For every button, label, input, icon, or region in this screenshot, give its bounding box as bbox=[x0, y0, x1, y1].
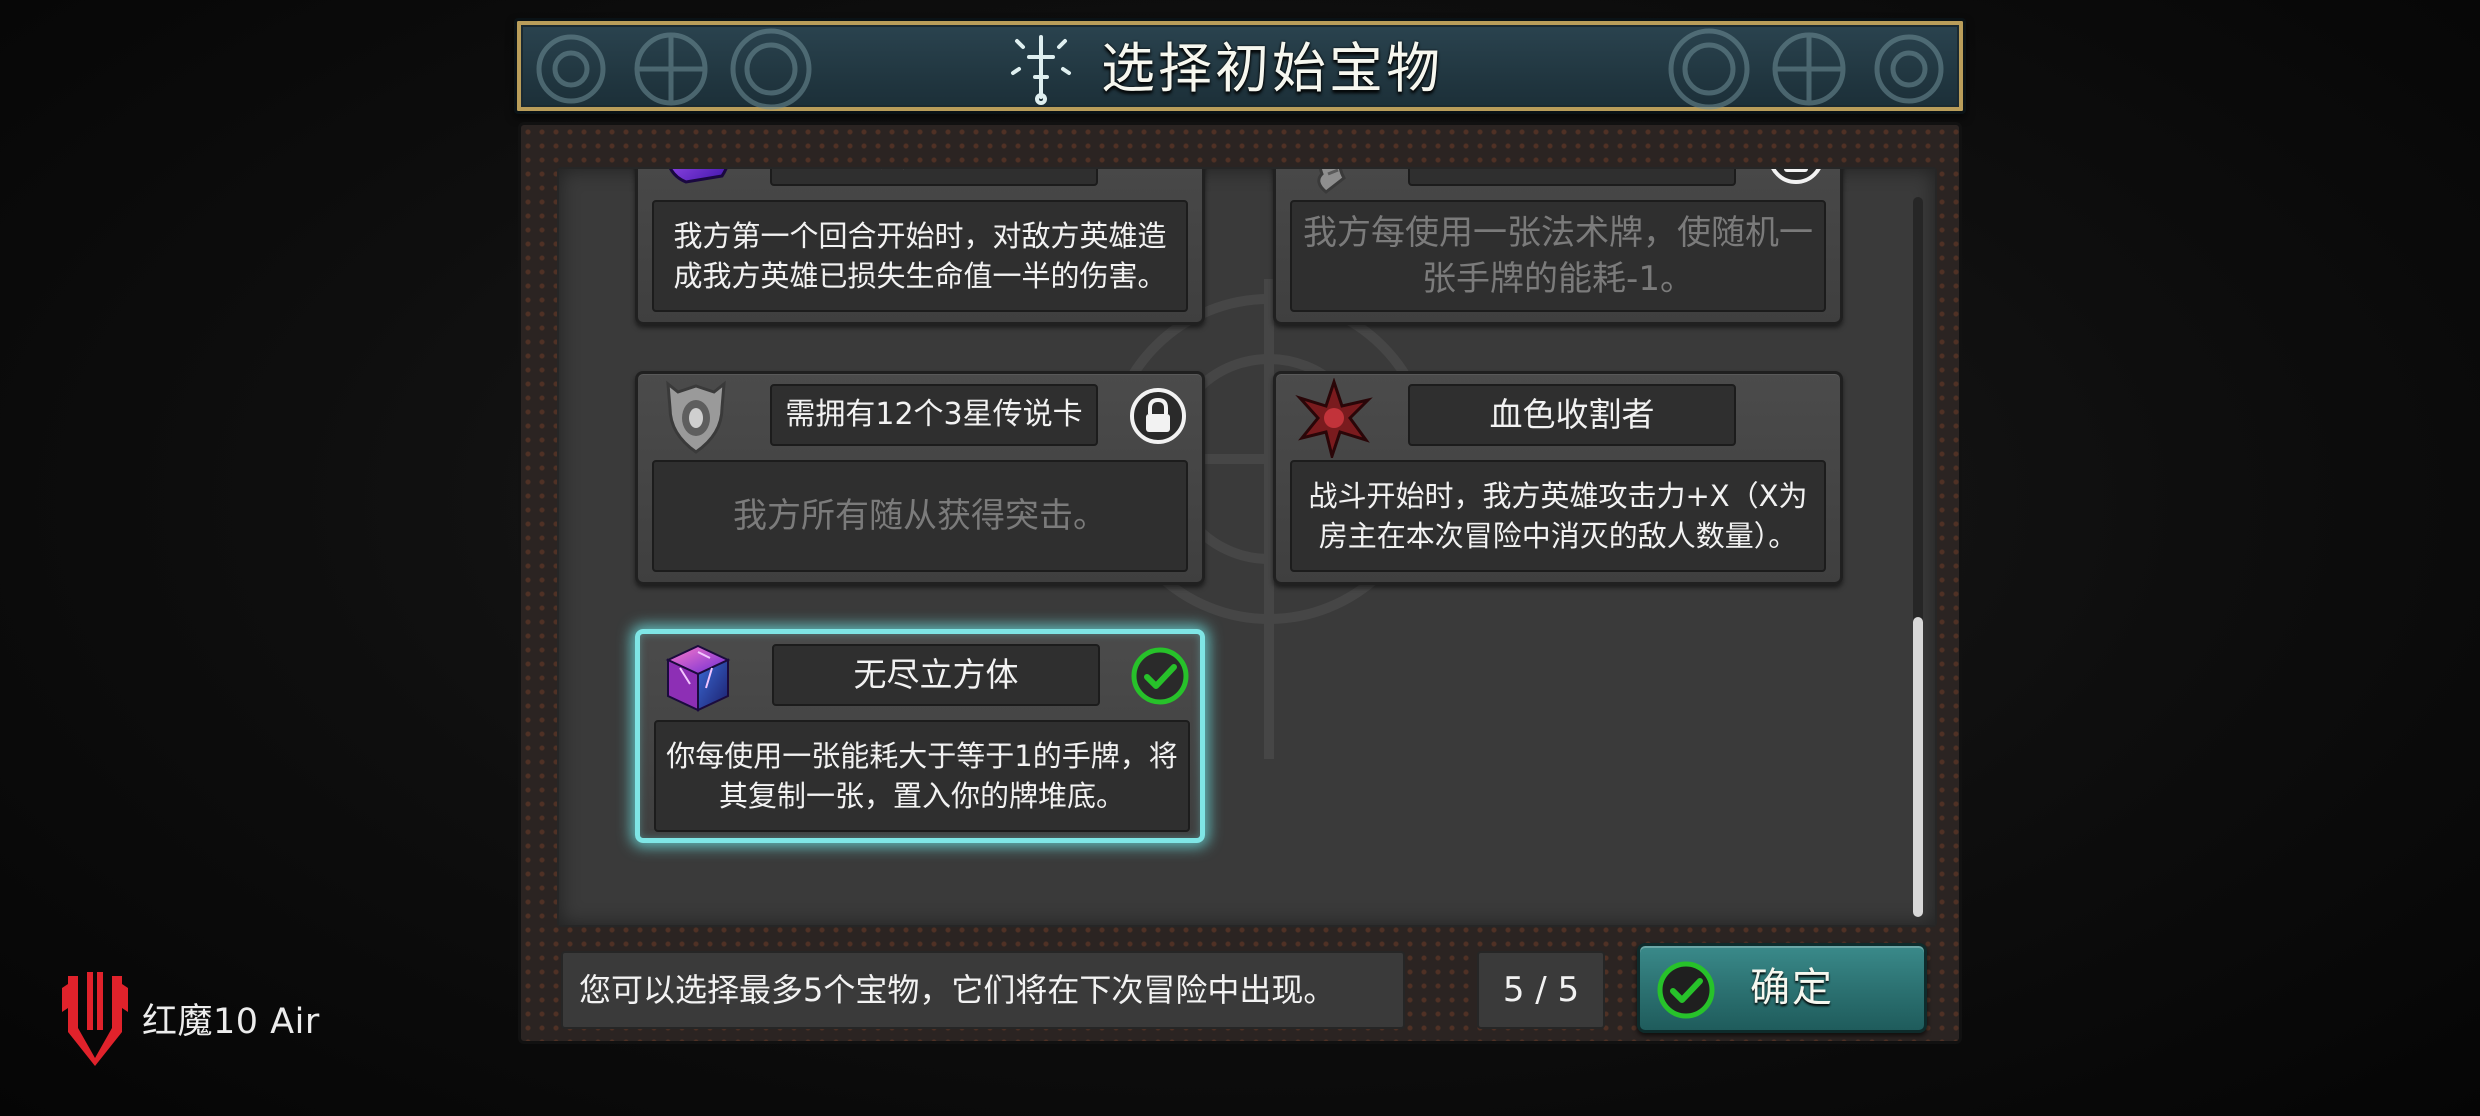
purple-scroll-icon bbox=[669, 169, 728, 184]
confirm-button[interactable]: 确定 bbox=[1637, 943, 1927, 1033]
confirm-label: 确定 bbox=[1750, 965, 1834, 1011]
treasure-card-endless-cube[interactable]: 无尽立方体 你每使用一张能耗大于等于1的手牌，将其复制一张，置入你的牌堆底。 bbox=[635, 629, 1205, 843]
lock-icon bbox=[1130, 388, 1186, 444]
treasure-card-soul-contract[interactable]: 魂灵契约 我方第一个回合开始时，对敌方英雄造成我方英雄已损失生命值一半的伤害。 bbox=[635, 169, 1205, 325]
card-description: 我方所有随从获得突击。 bbox=[652, 460, 1188, 572]
crystal-cube-icon bbox=[665, 644, 731, 712]
treasure-card-spell-discount[interactable]: 需拥有10个3星传说卡 我方每使用一张法术牌，使随机一张手牌的能耗-1。 bbox=[1273, 169, 1843, 325]
treasure-select-dialog: 选择初始宝物 我方第一个回合开始时，对敌方英雄造成我方英雄已损失生命值一半的伤害… bbox=[514, 18, 1966, 1044]
check-icon bbox=[1131, 647, 1189, 705]
treasure-card-blood-reaper[interactable]: 血色收割者 战斗开始时，我方英雄攻击力+X（X为房主在本次冒险中消灭的敌人数量）… bbox=[1273, 371, 1843, 585]
card-title: 无尽立方体 bbox=[772, 644, 1100, 706]
device-name: 红魔10 Air bbox=[142, 1001, 320, 1042]
card-description: 战斗开始时，我方英雄攻击力+X（X为房主在本次冒险中消灭的敌人数量）。 bbox=[1290, 460, 1826, 572]
card-title: 魂灵契约 bbox=[770, 169, 1098, 186]
scrollbar-thumb[interactable] bbox=[1913, 617, 1923, 917]
game-screen: 红魔10 Air 选择初始宝物 我方第一个回合开始时，对敌方英雄造成我方英雄已损… bbox=[0, 0, 2480, 1116]
sword-icon bbox=[1011, 35, 1071, 105]
wing-icon bbox=[1317, 169, 1346, 194]
selection-hint: 您可以选择最多5个宝物，它们将在下次冒险中出现。 bbox=[561, 951, 1405, 1029]
card-title: 血色收割者 bbox=[1408, 384, 1736, 446]
dialog-title: 选择初始宝物 bbox=[1101, 37, 1443, 100]
selection-counter: 5 / 5 bbox=[1477, 951, 1605, 1029]
list-scrollbar[interactable] bbox=[1913, 197, 1923, 917]
gear-ornament-icon bbox=[536, 28, 812, 110]
card-description: 你每使用一张能耗大于等于1的手牌，将其复制一张，置入你的牌堆底。 bbox=[654, 720, 1190, 832]
dialog-panel: 魂灵契约 我方第一个回合开始时，对敌方英雄造成我方英雄已损失生命值一半的伤害。 … bbox=[518, 122, 1962, 1044]
silver-mask-icon bbox=[666, 380, 726, 454]
gear-ornament-icon bbox=[1668, 28, 1944, 110]
blood-star-icon bbox=[1295, 378, 1373, 458]
treasure-card-rush-minions[interactable]: 需拥有12个3星传说卡 我方所有随从获得突击。 bbox=[635, 371, 1205, 585]
lock-icon bbox=[1771, 169, 1821, 184]
treasure-list[interactable]: 魂灵契约 我方第一个回合开始时，对敌方英雄造成我方英雄已损失生命值一半的伤害。 … bbox=[557, 167, 1937, 927]
device-watermark: 红魔10 Air bbox=[60, 968, 320, 1068]
red-magic-logo-icon bbox=[62, 972, 128, 1066]
card-description: 我方第一个回合开始时，对敌方英雄造成我方英雄已损失生命值一半的伤害。 bbox=[652, 200, 1188, 312]
dialog-title-bar: 选择初始宝物 bbox=[514, 18, 1966, 114]
card-requirement: 需拥有12个3星传说卡 bbox=[770, 384, 1098, 446]
card-requirement: 需拥有10个3星传说卡 bbox=[1408, 169, 1736, 186]
card-description: 我方每使用一张法术牌，使随机一张手牌的能耗-1。 bbox=[1290, 200, 1826, 312]
check-icon bbox=[1657, 961, 1715, 1019]
